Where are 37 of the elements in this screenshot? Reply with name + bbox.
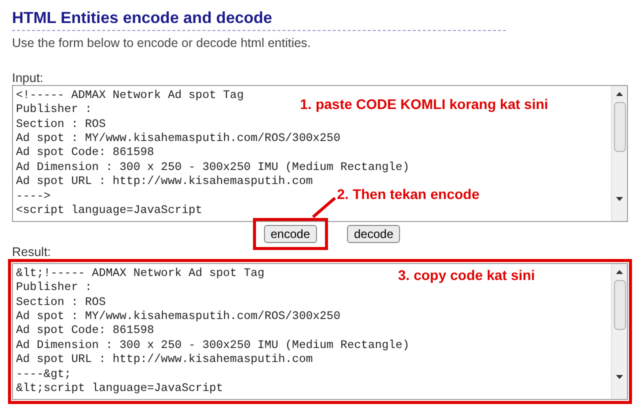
code-line: &lt;script language=JavaScript (16, 382, 224, 396)
code-line: <!----- ADMAX Network Ad spot Tag (16, 88, 244, 104)
text-area[interactable] (12, 84, 628, 222)
code-line: Section : ROS (16, 118, 106, 132)
scroll-down-icon[interactable] (616, 374, 623, 379)
code-line: Ad spot Code: 861598 (16, 146, 154, 161)
code-line: Ad spot : MY/www.kisahemasputih.com/ROS/300x250 (16, 310, 340, 324)
text-area[interactable] (12, 262, 628, 400)
code-line: Ad Dimension : 300 x 250 - 300x250 IMU (Medium Rectangle) (16, 160, 410, 176)
scrollbar[interactable] (611, 86, 627, 221)
code-line: Publisher : (16, 103, 92, 118)
page-subtitle: Use the form below to encode or decode html entities. (12, 35, 311, 52)
code-line: Ad spot URL : http://www.kisahemasputih.com (16, 353, 313, 368)
scrollbar-thumb[interactable] (614, 102, 626, 152)
scroll-down-icon[interactable] (616, 196, 623, 201)
code-line: Section : ROS (16, 296, 106, 310)
page-title: HTML Entities encode and decode (12, 8, 506, 31)
action-button[interactable]: encode (264, 224, 317, 243)
scroll-up-icon[interactable] (616, 92, 623, 96)
code-line: Publisher : (16, 281, 92, 296)
action-button[interactable]: decode (347, 224, 400, 243)
annotation-text: 2. Then tekan encode (337, 185, 480, 204)
scrollbar-thumb[interactable] (614, 280, 626, 330)
input-label: Input: (12, 70, 44, 85)
code-line: ----> (16, 190, 51, 204)
code-line: ----&gt; (16, 368, 72, 382)
annotation-text: 1. paste CODE KOMLI korang kat sini (300, 95, 548, 114)
code-line: Ad spot : MY/www.kisahemasputih.com/ROS/300x250 (16, 132, 340, 146)
scrollbar[interactable] (611, 264, 627, 399)
scroll-up-icon[interactable] (616, 270, 623, 274)
code-line: <script language=JavaScript (16, 204, 202, 218)
code-line: Ad Dimension : 300 x 250 - 300x250 IMU (Medium Rectangle) (16, 338, 410, 354)
code-line: &lt;!----- ADMAX Network Ad spot Tag (16, 266, 264, 282)
code-line: Ad spot Code: 861598 (16, 324, 154, 339)
result-label: Result: (12, 244, 51, 259)
code-line: Ad spot URL : http://www.kisahemasputih.com (16, 175, 313, 190)
annotation-text: 3. copy code kat sini (398, 266, 535, 285)
